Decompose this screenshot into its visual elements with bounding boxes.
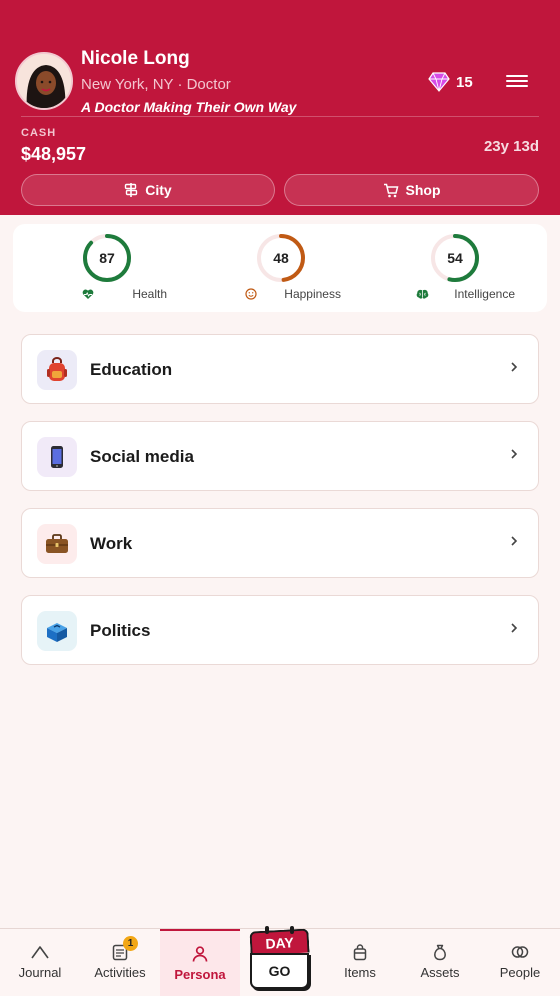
calendar-ring-icon <box>265 926 269 934</box>
gems-counter[interactable]: 15 <box>428 72 473 92</box>
cart-icon <box>383 183 398 197</box>
gems-count: 15 <box>456 73 473 91</box>
shop-button-label: Shop <box>405 182 441 198</box>
chevron-right-icon <box>511 449 518 459</box>
category-social-media[interactable]: Social media <box>21 421 539 491</box>
cash-label: CASH <box>21 127 57 139</box>
shop-button[interactable]: Shop <box>284 174 539 206</box>
calendar-ring-icon <box>290 926 294 934</box>
nav-items[interactable]: Items <box>320 929 400 996</box>
stat-happiness[interactable]: 48 Happiness <box>221 232 341 301</box>
day-label: DAY <box>249 928 310 956</box>
nav-persona-label: Persona <box>174 967 226 982</box>
nav-items-label: Items <box>344 965 376 980</box>
stat-intelligence[interactable]: 54 Intelligence <box>395 232 515 301</box>
header-divider <box>21 116 539 117</box>
ballot-box-icon <box>37 611 77 651</box>
person-icon <box>192 946 208 962</box>
chevron-right-icon <box>511 623 518 633</box>
cash-value: $48,957 <box>21 144 87 164</box>
category-politics[interactable]: Politics <box>21 595 539 665</box>
activities-badge: 1 <box>123 936 138 951</box>
stats-panel: 87 Health 48 Happiness 54 Intelligence <box>13 224 547 312</box>
health-label: Health <box>132 287 167 301</box>
tagline: A Doctor Making Their Own Way <box>81 99 297 115</box>
briefcase-icon <box>37 524 77 564</box>
happiness-value: 48 <box>273 250 289 266</box>
heartbeat-icon <box>82 289 93 299</box>
age-value: 23y 13d <box>483 138 539 155</box>
nav-assets[interactable]: Assets <box>400 929 480 996</box>
profile-header: Nicole Long New York, NY · Doctor A Doct… <box>0 0 560 215</box>
stat-health[interactable]: 87 Health <box>47 232 167 301</box>
city-button[interactable]: City <box>21 174 275 206</box>
category-education[interactable]: Education <box>21 334 539 404</box>
nav-persona[interactable]: Persona <box>160 929 240 996</box>
bag-icon <box>353 944 367 961</box>
day-go-button[interactable]: DAY GO <box>248 924 311 992</box>
phone-icon <box>37 437 77 477</box>
category-title: Politics <box>90 621 151 640</box>
avatar[interactable] <box>15 52 73 110</box>
nav-people-label: People <box>499 965 541 980</box>
brain-icon <box>416 289 429 299</box>
chevron-right-icon <box>511 536 518 546</box>
city-button-label: City <box>145 182 172 198</box>
menu-icon[interactable] <box>506 72 528 92</box>
health-value: 87 <box>99 250 115 266</box>
gem-icon <box>428 72 450 92</box>
nav-assets-label: Assets <box>420 965 460 980</box>
location-occupation: New York, NY · Doctor <box>81 76 231 93</box>
category-title: Work <box>90 534 133 553</box>
nav-journal-label: Journal <box>18 965 62 980</box>
money-bag-icon <box>434 944 446 961</box>
smiley-icon <box>245 288 257 300</box>
intelligence-value: 54 <box>447 250 463 266</box>
player-name: Nicole Long <box>81 48 190 69</box>
happiness-label: Happiness <box>284 287 341 301</box>
nav-activities-label: Activities <box>94 965 146 980</box>
signpost-icon <box>125 183 138 197</box>
backpack-icon <box>37 350 77 390</box>
intelligence-label: Intelligence <box>454 287 515 301</box>
rings-icon <box>511 946 529 958</box>
category-work[interactable]: Work <box>21 508 539 578</box>
category-title: Social media <box>90 447 194 466</box>
nav-activities[interactable]: 1 Activities <box>80 929 160 996</box>
nav-people[interactable]: People <box>480 929 560 996</box>
nav-journal[interactable]: Journal <box>0 929 80 996</box>
journal-icon <box>31 946 49 959</box>
category-title: Education <box>90 360 173 379</box>
chevron-right-icon <box>511 362 518 372</box>
go-label: GO <box>250 953 309 989</box>
